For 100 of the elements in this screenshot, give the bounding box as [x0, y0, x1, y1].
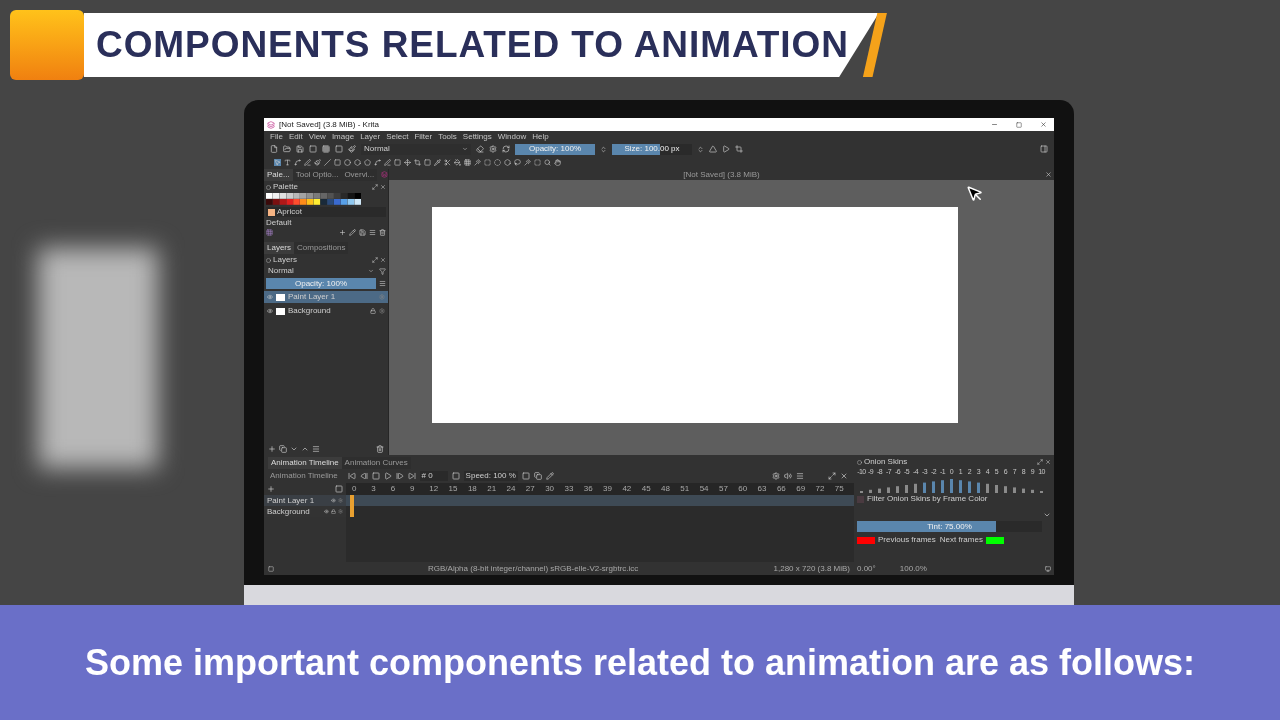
tab[interactable]: Layers: [264, 242, 294, 254]
ellipse-tool-icon[interactable]: [344, 159, 351, 166]
duplicate-icon[interactable]: [279, 445, 287, 453]
minimize-icon[interactable]: [991, 121, 998, 128]
paint-bucket-icon[interactable]: [454, 159, 461, 166]
lock-icon[interactable]: [331, 509, 336, 514]
folder-icon[interactable]: [283, 145, 291, 153]
menu-item[interactable]: Select: [386, 132, 409, 141]
slider[interactable]: Opacity: 100%: [515, 143, 595, 155]
gear-icon[interactable]: [338, 498, 343, 503]
eye-icon[interactable]: [324, 509, 329, 514]
gear-icon[interactable]: [338, 509, 343, 514]
edit-icon[interactable]: [545, 472, 554, 480]
caret-icon[interactable]: [462, 146, 468, 152]
gear-icon[interactable]: [772, 472, 780, 480]
gear-icon[interactable]: [379, 308, 385, 314]
bezier-tool-icon[interactable]: [374, 159, 381, 166]
frame-field[interactable]: # 0: [419, 471, 448, 481]
speaker-icon[interactable]: [784, 472, 792, 480]
save-icon[interactable]: [296, 145, 304, 153]
wand-icon[interactable]: [474, 159, 481, 166]
brush-icon[interactable]: [314, 159, 321, 166]
frames-icon[interactable]: [533, 472, 542, 480]
next-frame-icon[interactable]: [395, 472, 404, 480]
slider[interactable]: Tint: 75.00%: [857, 521, 1042, 532]
menu-item[interactable]: Image: [331, 132, 355, 141]
eraser-icon[interactable]: [476, 145, 484, 153]
chevron-down-icon[interactable]: [290, 445, 298, 453]
float-icon[interactable]: [1037, 459, 1043, 465]
first-frame-icon[interactable]: [347, 472, 356, 480]
menu-item[interactable]: Tools: [438, 132, 457, 141]
chevron-down-icon[interactable]: [1043, 511, 1051, 519]
maximize-icon[interactable]: [1016, 121, 1022, 128]
add-icon[interactable]: [267, 485, 275, 493]
timeline-layer-row[interactable]: Background: [264, 506, 346, 517]
trash-icon[interactable]: [379, 229, 386, 236]
list-icon[interactable]: [369, 229, 376, 236]
eyedropper-icon[interactable]: [434, 159, 441, 166]
lock-icon[interactable]: [370, 308, 376, 314]
pen-icon[interactable]: [304, 159, 311, 166]
checkbox[interactable]: [857, 495, 864, 503]
menu-icon[interactable]: [796, 472, 804, 480]
brush-preset-icon[interactable]: [348, 145, 356, 153]
monitor-icon[interactable]: [1045, 565, 1051, 572]
trash-icon[interactable]: [376, 445, 384, 453]
layer-row[interactable]: Paint Layer 1: [264, 291, 388, 303]
speed-field[interactable]: Speed: 100 %: [463, 471, 518, 481]
edit-icon[interactable]: [349, 229, 356, 236]
spin-arrows-icon[interactable]: [697, 145, 704, 153]
tab[interactable]: Overvi...: [341, 169, 378, 181]
float-icon[interactable]: [372, 257, 378, 263]
new-file-icon[interactable]: [270, 145, 278, 153]
add-icon[interactable]: [268, 445, 276, 453]
polygon-select-icon[interactable]: [504, 159, 511, 166]
menu-item[interactable]: View: [308, 132, 326, 141]
color-swatches-drawing[interactable]: [266, 193, 362, 205]
menu-item[interactable]: Settings: [462, 132, 492, 141]
hand-icon[interactable]: [554, 159, 561, 166]
text-tool-icon[interactable]: [284, 159, 291, 166]
menu-item[interactable]: Edit: [288, 132, 303, 141]
stop-icon[interactable]: [371, 472, 380, 480]
slider[interactable]: Opacity: 100%: [266, 278, 376, 289]
ellipse-select-icon[interactable]: [494, 159, 501, 166]
palette-icon[interactable]: [266, 229, 273, 236]
add-icon[interactable]: [339, 229, 346, 236]
tab[interactable]: Animation Timeline: [268, 457, 342, 469]
float-icon[interactable]: [372, 184, 378, 190]
blend-mode-dropdown[interactable]: Normal: [266, 266, 376, 276]
menu-item[interactable]: File: [270, 132, 283, 141]
menu-item[interactable]: Help: [532, 132, 549, 141]
line-tool-icon[interactable]: [324, 159, 331, 166]
last-frame-icon[interactable]: [407, 472, 416, 480]
menu-item[interactable]: Window: [497, 132, 527, 141]
polyline-tool-icon[interactable]: [364, 159, 371, 166]
menu-item[interactable]: Filter: [414, 132, 433, 141]
crop-icon[interactable]: [414, 159, 421, 166]
menu-icon[interactable]: [312, 445, 320, 453]
tab[interactable]: Animation Curves: [341, 457, 411, 469]
move-icon[interactable]: [404, 159, 411, 166]
play-icon[interactable]: [383, 472, 392, 480]
rectangle-select-icon[interactable]: [484, 159, 491, 166]
eye-icon[interactable]: [267, 294, 273, 300]
tab[interactable]: Compositions: [294, 242, 349, 254]
onion-skin-opacity-drawing[interactable]: [857, 477, 1046, 493]
spin-arrows-icon[interactable]: [600, 145, 607, 153]
float-icon[interactable]: [828, 472, 836, 480]
zoom-icon[interactable]: [544, 159, 551, 166]
grid-icon[interactable]: [464, 159, 471, 166]
color-swatch[interactable]: [985, 536, 1004, 544]
eye-icon[interactable]: [267, 308, 273, 314]
lasso-icon[interactable]: [514, 159, 521, 166]
close-icon[interactable]: [1040, 121, 1047, 128]
freehand-path-icon[interactable]: [384, 159, 391, 166]
caret-icon[interactable]: [368, 268, 374, 274]
gear-icon[interactable]: [489, 145, 497, 153]
polygon-tool-icon[interactable]: [354, 159, 361, 166]
rectangle-tool-icon[interactable]: [334, 159, 341, 166]
similar-select-icon[interactable]: [534, 159, 541, 166]
curve-tool-icon[interactable]: [294, 159, 301, 166]
filter-icon[interactable]: [379, 267, 386, 275]
